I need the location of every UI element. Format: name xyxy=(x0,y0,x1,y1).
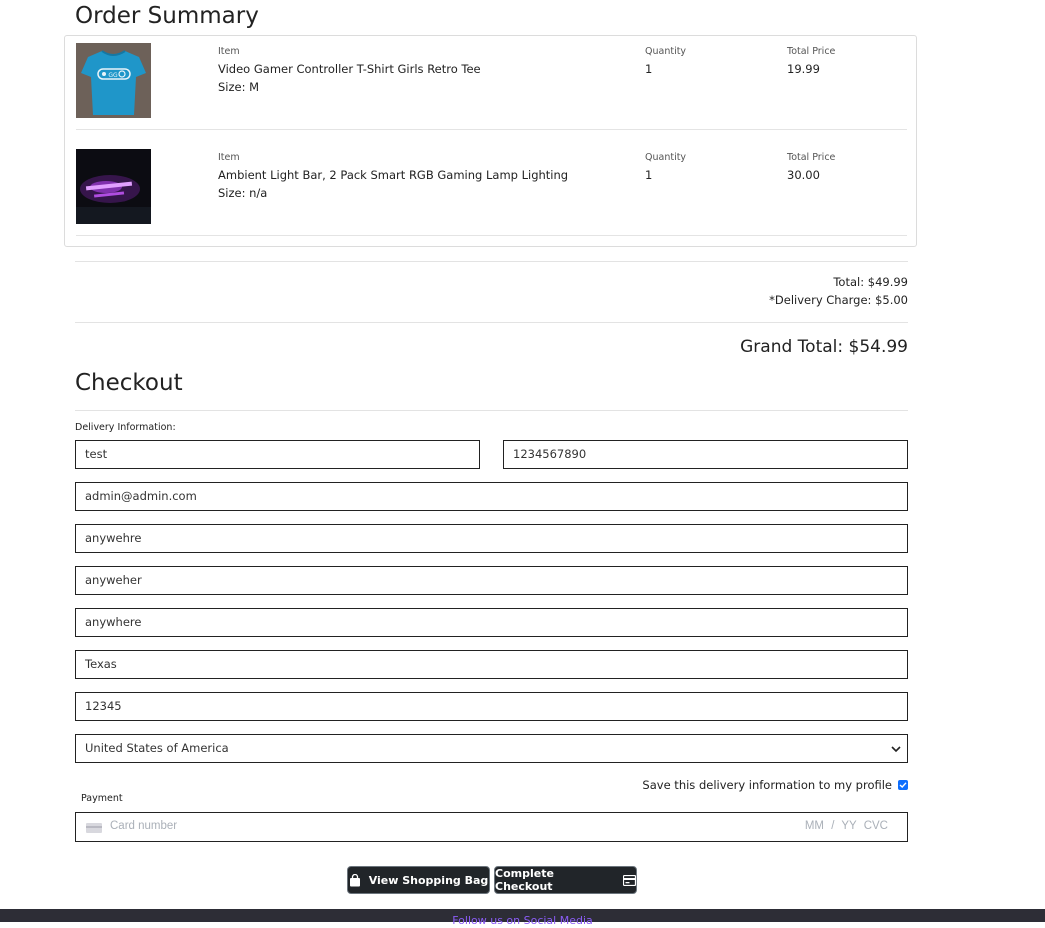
divider xyxy=(75,322,908,323)
item-quantity: 1 xyxy=(645,168,653,182)
payment-label: Payment xyxy=(81,793,123,804)
card-number-placeholder: Card number xyxy=(110,820,178,832)
postcode-input[interactable]: 12345 xyxy=(75,692,908,721)
item-quantity: 1 xyxy=(645,62,653,76)
street-address2-input[interactable]: anyweher xyxy=(75,566,908,595)
order-summary-card: GG Item Video Gamer Controller T-Shirt G… xyxy=(64,35,917,247)
save-info-label: Save this delivery information to my pro… xyxy=(642,778,892,792)
product-image-tshirt: GG xyxy=(76,43,151,118)
complete-checkout-label: Complete Checkout xyxy=(495,867,554,893)
item-size: Size: n/a xyxy=(218,186,268,200)
complete-checkout-button[interactable]: Complete Checkout xyxy=(494,866,637,894)
county-state-input[interactable]: Texas xyxy=(75,650,908,679)
item-column-label: Item xyxy=(218,152,240,163)
country-select-value: United States of America xyxy=(85,741,229,755)
credit-card-icon xyxy=(86,823,102,833)
delivery-information-label: Delivery Information: xyxy=(75,422,176,433)
item-price: 19.99 xyxy=(787,62,820,76)
order-item-row: GG Item Video Gamer Controller T-Shirt G… xyxy=(76,36,907,130)
divider xyxy=(75,410,908,411)
row-divider xyxy=(76,129,907,130)
subtotal: Total: $49.99 xyxy=(833,275,908,289)
country-select[interactable]: United States of America xyxy=(75,734,908,763)
footer-social-link[interactable]: Follow us on Social Media xyxy=(452,914,593,927)
price-column-label: Total Price xyxy=(787,152,836,163)
order-item-row: Item Ambient Light Bar, 2 Pack Smart RGB… xyxy=(76,142,907,236)
product-image-light-bar xyxy=(76,149,151,224)
item-price: 30.00 xyxy=(787,168,820,182)
divider xyxy=(75,261,908,262)
save-info-checkbox[interactable] xyxy=(898,780,908,790)
shopping-bag-icon xyxy=(349,873,360,886)
save-info-row[interactable]: Save this delivery information to my pro… xyxy=(642,778,908,792)
view-shopping-bag-button[interactable]: View Shopping Bag xyxy=(347,866,490,894)
card-expiry-cvc-placeholder: MM / YY CVC xyxy=(804,820,888,832)
full-name-input[interactable]: test xyxy=(75,440,480,469)
town-city-input[interactable]: anywhere xyxy=(75,608,908,637)
item-name: Video Gamer Controller T-Shirt Girls Ret… xyxy=(218,62,481,76)
card-element[interactable]: Card number MM / YY CVC xyxy=(75,812,908,842)
checkout-title: Checkout xyxy=(75,370,183,396)
phone-number-input[interactable]: 1234567890 xyxy=(503,440,908,469)
svg-text:GG: GG xyxy=(108,72,118,79)
view-shopping-bag-label: View Shopping Bag xyxy=(368,873,489,887)
item-name: Ambient Light Bar, 2 Pack Smart RGB Gami… xyxy=(218,168,569,182)
item-size: Size: M xyxy=(218,80,260,94)
street-address1-input[interactable]: anywehre xyxy=(75,524,908,553)
row-divider xyxy=(76,235,907,236)
order-summary-title: Order Summary xyxy=(75,3,259,29)
footer: Follow us on Social Media xyxy=(0,909,1045,927)
credit-card-icon xyxy=(623,874,636,886)
item-column-label: Item xyxy=(218,46,240,57)
grand-total: Grand Total: $54.99 xyxy=(740,337,908,357)
quantity-column-label: Quantity xyxy=(645,46,687,57)
price-column-label: Total Price xyxy=(787,46,836,57)
quantity-column-label: Quantity xyxy=(645,152,687,163)
delivery-charge: *Delivery Charge: $5.00 xyxy=(769,293,908,307)
email-input[interactable]: admin@admin.com xyxy=(75,482,908,511)
chevron-down-icon xyxy=(891,746,901,753)
checkmark-icon xyxy=(899,782,907,788)
